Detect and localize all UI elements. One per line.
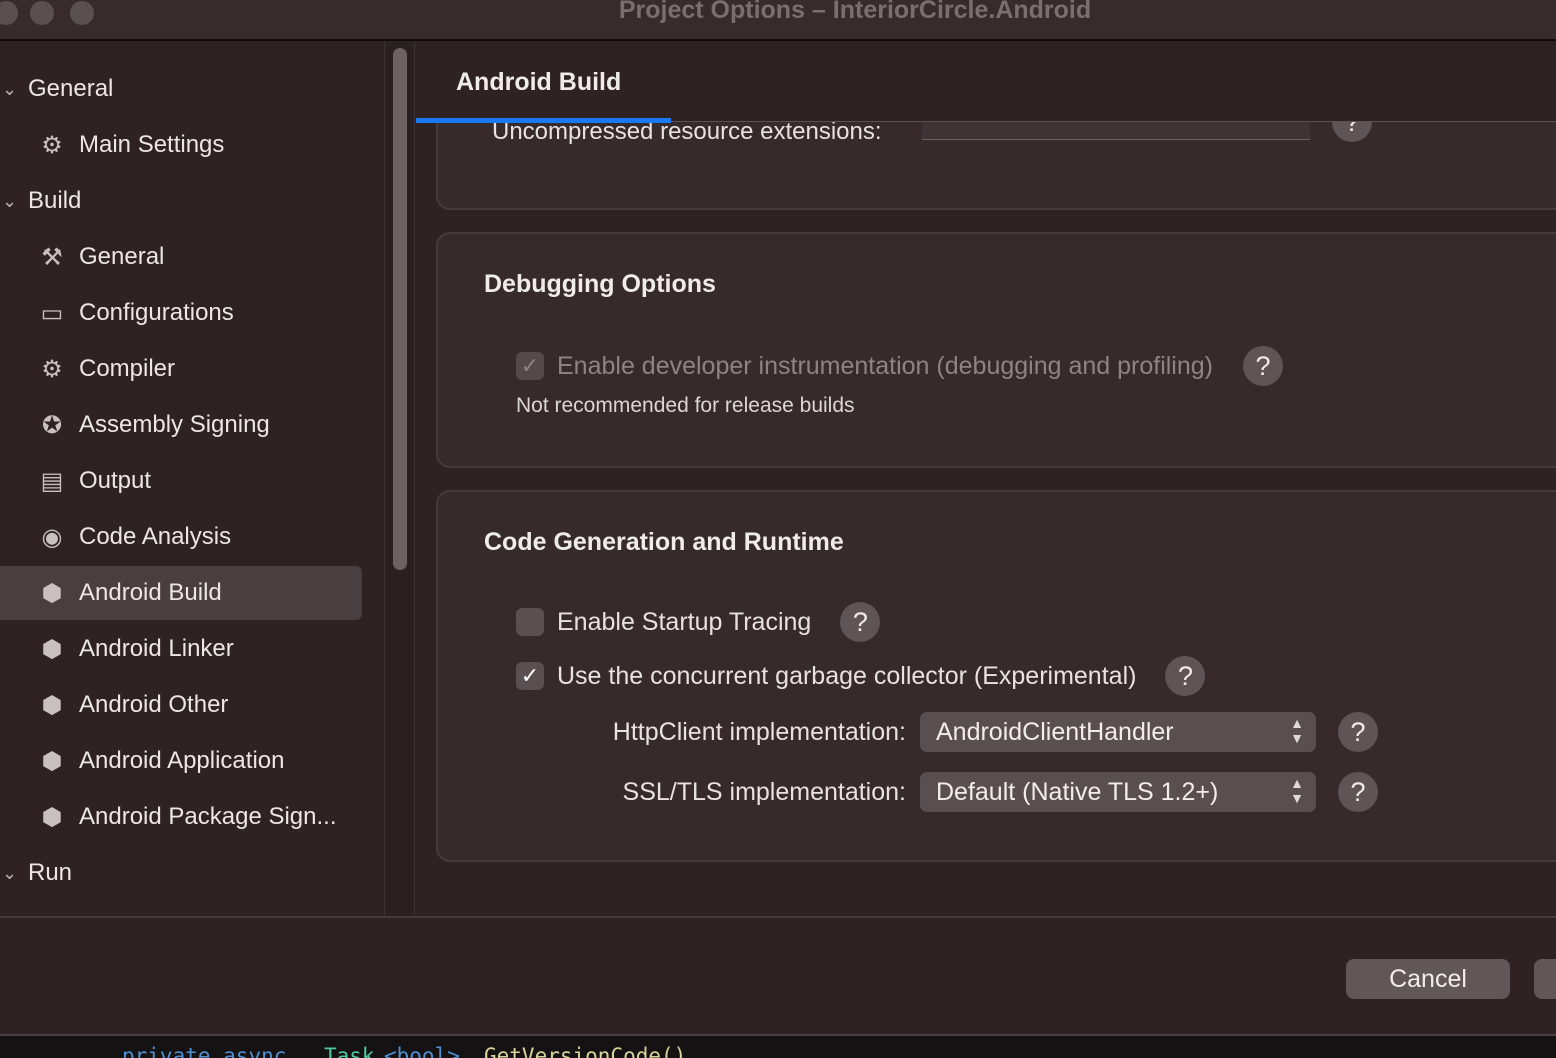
- dialog-footer: Cancel: [0, 916, 1556, 1034]
- chevron-down-icon: ⌄: [2, 190, 18, 211]
- updown-chevron-icon: ▲ ▼: [1290, 715, 1304, 746]
- sidebar-item-android-application[interactable]: ⬢ Android Application: [0, 734, 362, 788]
- section-title: Code Generation and Runtime: [484, 528, 844, 556]
- httpclient-select[interactable]: AndroidClientHandler ▲ ▼: [920, 712, 1316, 752]
- sidebar-item-configurations[interactable]: ▭ Configurations: [0, 286, 362, 340]
- ok-button[interactable]: [1534, 959, 1556, 999]
- help-icon[interactable]: ?: [840, 602, 881, 642]
- sidebar-item-label: Configurations: [79, 299, 234, 326]
- tab-bar: Android Build: [416, 42, 1556, 123]
- ssl-row: SSL/TLS implementation: Default (Native …: [538, 772, 1378, 812]
- code-editor-strip: private async Task <bool> GetVersionCode…: [0, 1034, 1556, 1058]
- title-bar: Project Options – InteriorCircle.Android: [0, 0, 1556, 41]
- sidebar-item-label: Android Application: [79, 747, 285, 774]
- code-token: private async: [122, 1044, 287, 1058]
- sidebar-item-android-other[interactable]: ⬢ Android Other: [0, 678, 362, 732]
- concurrent-gc-row: ✓ Use the concurrent garbage collector (…: [516, 656, 1206, 696]
- sidebar-item-build[interactable]: ⌄ Build: [0, 174, 362, 228]
- debugging-options-panel: Debugging Options ✓ Enable developer ins…: [436, 232, 1556, 468]
- checkbox-label: Enable developer instrumentation (debugg…: [557, 351, 1213, 380]
- chevron-down-icon: ⌄: [2, 862, 18, 883]
- gear-icon: ⚙: [41, 131, 63, 159]
- select-value: AndroidClientHandler: [936, 717, 1174, 746]
- window-icon: ▭: [40, 299, 64, 327]
- sidebar-item-label: Android Linker: [79, 635, 234, 662]
- help-icon[interactable]: ?: [1338, 772, 1378, 812]
- sidebar-item-code-analysis[interactable]: ◉ Code Analysis: [0, 510, 362, 564]
- sidebar-scrollbar[interactable]: [384, 42, 415, 916]
- target-icon: ◉: [41, 523, 63, 551]
- sidebar-item-assembly-signing[interactable]: ✪ Assembly Signing: [0, 398, 362, 452]
- developer-instrumentation-checkbox[interactable]: ✓: [516, 352, 544, 380]
- select-value: Default (Native TLS 1.2+): [936, 777, 1219, 806]
- sidebar-item-label: Android Package Sign...: [79, 803, 337, 830]
- code-token: GetVersionCode(): [484, 1044, 687, 1058]
- sidebar-item-run[interactable]: ⌄ Run: [0, 846, 362, 900]
- seal-icon: ✪: [41, 411, 63, 439]
- android-icon: ⬢: [41, 691, 63, 719]
- sidebar-item-general[interactable]: ⌄ General: [0, 62, 362, 116]
- section-title: Debugging Options: [484, 270, 716, 298]
- sidebar-item-android-package-sign[interactable]: ⬢ Android Package Sign...: [0, 790, 362, 844]
- chevron-down-icon: ⌄: [2, 78, 18, 99]
- android-icon: ⬢: [41, 747, 63, 775]
- developer-instrumentation-row: ✓ Enable developer instrumentation (debu…: [516, 346, 1283, 386]
- concurrent-gc-checkbox[interactable]: ✓: [516, 662, 544, 690]
- help-icon[interactable]: ?: [1243, 346, 1283, 386]
- checkbox-label: Enable Startup Tracing: [557, 607, 812, 636]
- sidebar-item-label: General: [28, 75, 114, 102]
- window-title: Project Options – InteriorCircle.Android: [618, 0, 1092, 24]
- sidebar-item-main-settings[interactable]: ⚙ Main Settings: [0, 118, 362, 172]
- sidebar-item-label: Code Analysis: [79, 523, 232, 550]
- httpclient-label: HttpClient implementation:: [612, 717, 906, 746]
- release-note: Not recommended for release builds: [516, 394, 855, 417]
- sidebar-item-label: Assembly Signing: [79, 411, 270, 438]
- sidebar-item-label: Run: [28, 859, 73, 886]
- code-token: <bool>: [384, 1044, 460, 1058]
- sidebar-item-label: Build: [28, 187, 82, 214]
- document-icon: ▤: [40, 467, 64, 495]
- help-icon[interactable]: ?: [1165, 656, 1206, 696]
- sidebar-item-compiler[interactable]: ⚙ Compiler: [0, 342, 362, 396]
- content-area: Android Build Uncompressed resource exte…: [416, 42, 1556, 916]
- httpclient-row: HttpClient implementation: AndroidClient…: [538, 712, 1378, 752]
- sidebar-item-label: Main Settings: [79, 131, 225, 158]
- sidebar-item-label: Android Other: [79, 691, 229, 718]
- compiler-icon: ⚙: [41, 355, 63, 383]
- ssl-select[interactable]: Default (Native TLS 1.2+) ▲ ▼: [920, 772, 1316, 812]
- sidebar-item-general[interactable]: ⚒ General: [0, 230, 362, 284]
- help-icon[interactable]: ?: [1338, 712, 1378, 752]
- scrollbar-thumb[interactable]: [393, 48, 407, 570]
- hammer-icon: ⚒: [41, 243, 63, 271]
- android-icon: ⬢: [41, 803, 63, 831]
- code-token: Task: [324, 1044, 375, 1058]
- cancel-button[interactable]: Cancel: [1346, 959, 1510, 999]
- sidebar-item-output[interactable]: ▤ Output: [0, 454, 362, 508]
- sidebar-item-label: Output: [79, 467, 152, 494]
- tab-android-build[interactable]: Android Build: [416, 42, 671, 123]
- ssl-label: SSL/TLS implementation:: [622, 777, 906, 806]
- android-icon: ⬢: [41, 579, 63, 607]
- sidebar-item-label: General: [79, 243, 165, 270]
- code-generation-panel: Code Generation and Runtime Enable Start…: [436, 490, 1556, 862]
- updown-chevron-icon: ▲ ▼: [1290, 775, 1304, 806]
- startup-tracing-checkbox[interactable]: [516, 608, 544, 636]
- active-tab-indicator: [416, 118, 671, 123]
- sidebar-item-android-build[interactable]: ⬢ Android Build: [0, 566, 362, 620]
- sidebar-item-label: Compiler: [79, 355, 176, 382]
- checkbox-label: Use the concurrent garbage collector (Ex…: [557, 661, 1137, 690]
- tab-label: Android Build: [456, 68, 622, 96]
- android-icon: ⬢: [41, 635, 63, 663]
- sidebar-item-android-linker[interactable]: ⬢ Android Linker: [0, 622, 362, 676]
- sidebar: ⌄ General ⚙ Main Settings ⌄ Build ⚒ General ▭ Con…: [0, 42, 384, 916]
- startup-tracing-row: Enable Startup Tracing ?: [516, 602, 881, 642]
- sidebar-item-label: Android Build: [79, 579, 222, 606]
